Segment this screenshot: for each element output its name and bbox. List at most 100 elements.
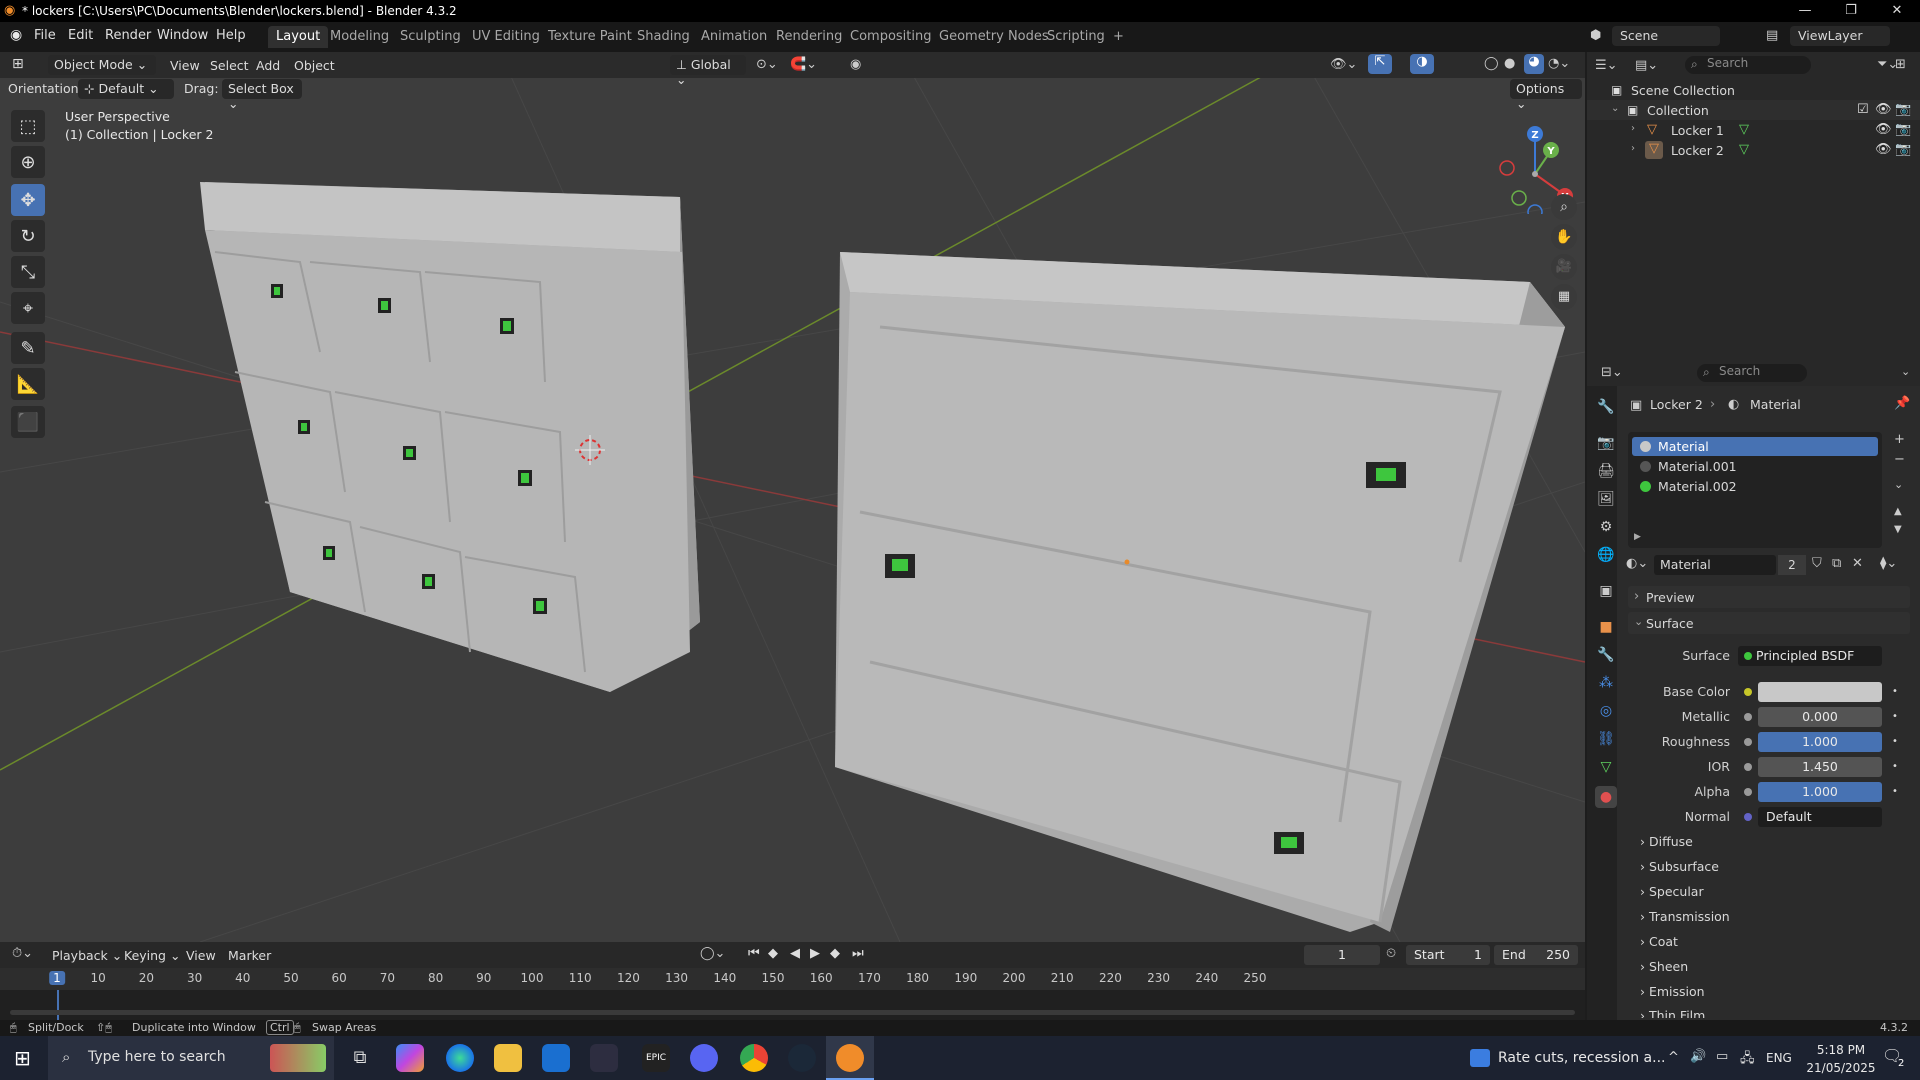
scale-tool-icon[interactable]: ⤡ xyxy=(11,256,45,288)
timeline-view-menu[interactable]: View xyxy=(186,948,216,963)
steam-icon[interactable] xyxy=(788,1044,816,1072)
coat-subsection[interactable]: › Coat xyxy=(1640,934,1678,949)
move-tool-icon[interactable]: ✥ xyxy=(11,184,45,216)
timeline-editor-icon[interactable]: ⏱⌄ xyxy=(12,946,33,961)
outliner-row-locker-1[interactable]: › ▽ Locker 1 ▽ 👁 📷 xyxy=(1587,120,1920,140)
volume-icon[interactable]: 🔊 xyxy=(1690,1049,1706,1064)
roughness-field[interactable]: 1.000 xyxy=(1758,732,1882,752)
camera-view-icon[interactable]: 🎥 xyxy=(1551,254,1577,280)
transmission-subsection[interactable]: › Transmission xyxy=(1640,909,1730,924)
expand-icon[interactable]: › xyxy=(1631,143,1635,154)
tab-animation[interactable]: Animation xyxy=(693,26,775,48)
maximize-button[interactable]: ❐ xyxy=(1828,0,1874,22)
remove-slot-icon[interactable]: − xyxy=(1894,452,1905,467)
subsurface-subsection[interactable]: › Subsurface xyxy=(1640,859,1719,874)
chrome-icon[interactable] xyxy=(740,1044,768,1072)
jump-start-icon[interactable]: ⏮ xyxy=(748,946,760,961)
move-up-icon[interactable]: ▲ xyxy=(1894,506,1902,517)
pan-hand-icon[interactable]: ✋ xyxy=(1551,224,1577,250)
news-widget-text[interactable]: Rate cuts, recession a... xyxy=(1498,1050,1665,1066)
camera-icon[interactable]: 📷 xyxy=(1895,142,1911,157)
metallic-field[interactable]: 0.000 xyxy=(1758,707,1882,727)
outliner-row-locker-2[interactable]: › ▽ Locker 2 ▽ 👁 📷 xyxy=(1587,140,1920,160)
blender-menu-icon[interactable]: ◉ xyxy=(10,27,22,43)
minimize-button[interactable]: — xyxy=(1782,0,1828,22)
play-reverse-icon[interactable]: ◀ xyxy=(790,946,800,961)
options-dropdown[interactable]: Options ⌄ xyxy=(1510,79,1582,111)
keyframe-dot-icon[interactable]: • xyxy=(1892,761,1898,772)
network-icon[interactable]: 🖧 xyxy=(1740,1049,1755,1071)
discord-icon[interactable] xyxy=(690,1044,718,1072)
thin-film-subsection[interactable]: › Thin Film xyxy=(1640,1008,1705,1018)
node-link-icon[interactable]: ⧫⌄ xyxy=(1880,556,1897,571)
material-slot-item[interactable]: Material.001 xyxy=(1632,457,1878,476)
collection-tab-icon[interactable]: ▣ xyxy=(1595,580,1617,602)
tab-uv-editing[interactable]: UV Editing xyxy=(464,26,548,48)
new-collection-icon[interactable]: ⊞ xyxy=(1895,57,1906,72)
surface-section-header[interactable]: ⌄ Surface xyxy=(1628,612,1910,634)
cursor-tool-icon[interactable]: ⊕ xyxy=(11,146,45,178)
outliner-editor-icon[interactable]: ☰⌄ xyxy=(1595,58,1618,73)
add-slot-icon[interactable]: + xyxy=(1894,432,1905,447)
keyframe-dot-icon[interactable]: • xyxy=(1892,736,1898,747)
prev-keyframe-icon[interactable]: ◆ xyxy=(768,946,778,961)
annotate-tool-icon[interactable]: ✎ xyxy=(11,332,45,364)
chevron-down-icon[interactable]: ⌄ xyxy=(1901,365,1910,378)
specular-subsection[interactable]: › Specular xyxy=(1640,884,1704,899)
auto-keying-icon[interactable]: ◯⌄ xyxy=(700,946,725,961)
menu-window[interactable]: Window xyxy=(157,28,208,43)
base-color-swatch[interactable] xyxy=(1758,682,1882,702)
viewport-menu-add[interactable]: Add xyxy=(256,58,280,73)
jump-end-icon[interactable]: ⏭ xyxy=(852,946,864,961)
gizmo-toggle-icon[interactable]: ⇱ xyxy=(1368,54,1392,74)
close-button[interactable]: ✕ xyxy=(1874,0,1920,22)
tab-rendering[interactable]: Rendering xyxy=(768,26,850,48)
play-icon[interactable]: ▶ xyxy=(810,946,820,961)
material-slot-item[interactable]: Material xyxy=(1632,437,1878,456)
menu-render[interactable]: Render xyxy=(105,28,151,43)
orientation-dropdown[interactable]: ⊹ Default ⌄ xyxy=(78,79,174,99)
keyframe-dot-icon[interactable]: • xyxy=(1892,786,1898,797)
expand-icon[interactable]: ⌄ xyxy=(1611,103,1619,114)
checkbox-icon[interactable]: ☑ xyxy=(1857,102,1869,117)
tab-compositing[interactable]: Compositing xyxy=(842,26,940,48)
epic-games-icon[interactable]: EPIC xyxy=(642,1044,670,1072)
battery-icon[interactable]: ▭ xyxy=(1716,1049,1728,1064)
blender-taskbar-button[interactable] xyxy=(826,1036,874,1080)
camera-icon[interactable]: 📷 xyxy=(1895,102,1911,117)
overlay-toggle-icon[interactable]: ◑ xyxy=(1410,54,1434,74)
windows-start-icon[interactable]: ⊞ xyxy=(14,1046,31,1070)
transform-tool-icon[interactable]: ⌖ xyxy=(11,292,45,324)
proportional-edit-icon[interactable]: ◉ xyxy=(850,57,861,72)
material-browse-icon[interactable]: ◐⌄ xyxy=(1626,556,1648,571)
object-tab-icon[interactable]: ■ xyxy=(1595,616,1617,638)
zoom-icon[interactable]: ⌕ xyxy=(1551,194,1577,220)
move-down-icon[interactable]: ▼ xyxy=(1894,524,1902,535)
camera-icon[interactable]: 📷 xyxy=(1895,122,1911,137)
mesh-data-icon[interactable]: ▽ xyxy=(1739,142,1749,157)
marker-menu[interactable]: Marker xyxy=(228,948,271,963)
task-view-icon[interactable]: ⧉ xyxy=(346,1044,374,1072)
wireframe-shading-icon[interactable]: ◯ xyxy=(1484,56,1499,71)
timeline-ruler[interactable]: 1 10 20 30 40 50 60 70 80 90 100 110 120 130 140 150 160… xyxy=(0,968,1585,990)
file-explorer-icon[interactable] xyxy=(494,1044,522,1072)
viewport-menu-select[interactable]: Select xyxy=(210,58,249,73)
fake-user-shield-icon[interactable]: ⛉ xyxy=(1812,556,1822,571)
view-layer-tab-icon[interactable]: 🖼 xyxy=(1595,488,1617,510)
viewport-menu-object[interactable]: Object xyxy=(294,58,335,73)
sheen-subsection[interactable]: › Sheen xyxy=(1640,959,1688,974)
material-users-count[interactable]: 2 xyxy=(1778,555,1806,575)
taskbar-search-box[interactable]: ⌕ Type here to search xyxy=(48,1036,334,1080)
pin-icon[interactable]: 📌 xyxy=(1894,396,1910,411)
visibility-icon[interactable]: 👁⌄ xyxy=(1330,57,1357,72)
duplicate-icon[interactable]: ⧉ xyxy=(1832,556,1841,571)
preview-section-header[interactable]: › Preview xyxy=(1628,586,1910,608)
transform-orientation-dropdown[interactable]: ⊥ Global ⌄ xyxy=(670,55,746,87)
chevron-down-icon[interactable]: ⌄ xyxy=(1894,478,1903,491)
add-cube-tool-icon[interactable]: ⬛ xyxy=(11,406,45,438)
outlook-icon[interactable] xyxy=(542,1044,570,1072)
material-name-field[interactable]: Material xyxy=(1654,555,1776,575)
timeline-scrollbar[interactable] xyxy=(10,1010,1575,1015)
edge-browser-icon[interactable] xyxy=(446,1044,474,1072)
timeline-track[interactable] xyxy=(0,990,1585,1020)
